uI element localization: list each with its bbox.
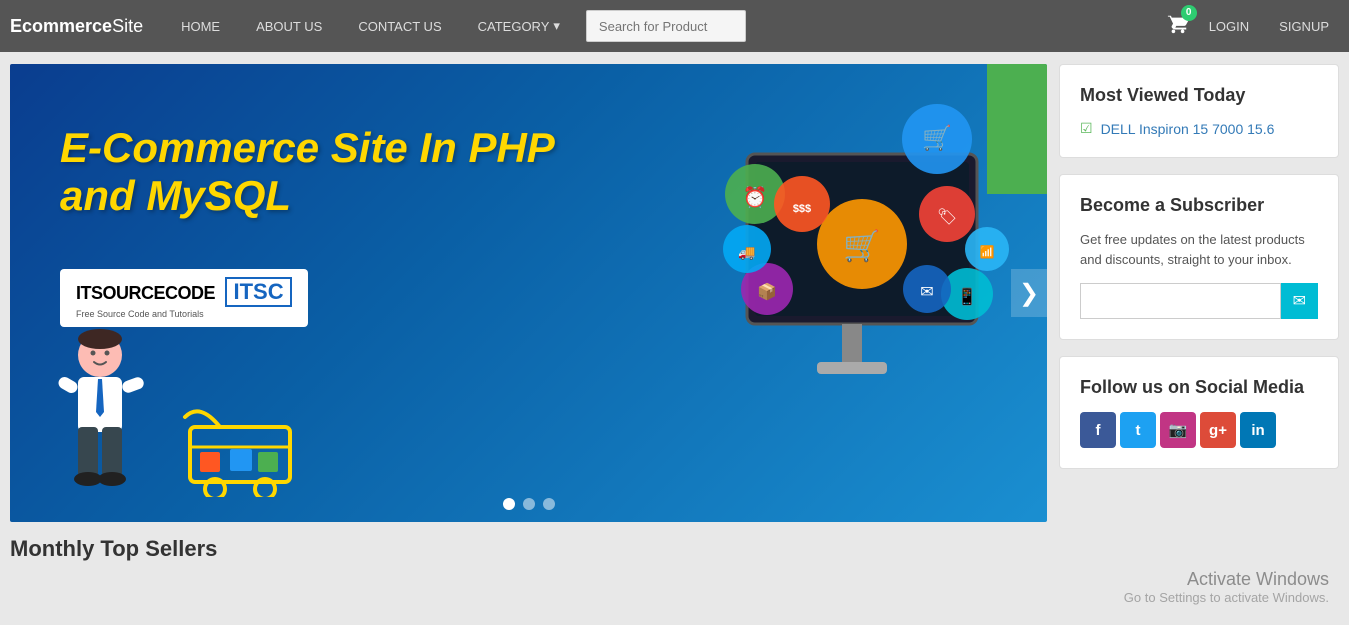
googleplus-button[interactable]: g+ — [1200, 412, 1236, 448]
navbar-right: 0 LOGIN SIGNUP — [1167, 13, 1339, 40]
monthly-top-sellers-title: Monthly Top Sellers — [10, 536, 1047, 562]
slide-content: E-Commerce Site In PHP and MySQL ITSOURC… — [10, 64, 1047, 522]
email-send-icon: ✉ — [1293, 291, 1306, 311]
svg-text:🛒: 🛒 — [843, 228, 880, 263]
itsourcecode-logo: ITSOURCECODE ITSC Free Source Code and T… — [60, 269, 308, 327]
brand-logo[interactable]: EcommerceSite — [10, 16, 143, 37]
activate-windows-title: Activate Windows — [1124, 569, 1329, 590]
slider-dot-2[interactable] — [523, 498, 535, 510]
cart-button[interactable]: 0 — [1167, 13, 1189, 40]
brand-name-regular: Site — [112, 16, 143, 36]
brand-name-bold: Ecommerce — [10, 16, 112, 36]
activate-windows-subtitle: Go to Settings to activate Windows. — [1124, 590, 1329, 605]
cart-svg-illustration — [180, 397, 320, 497]
nav-contact[interactable]: CONTACT US — [340, 0, 459, 52]
cart-badge: 0 — [1181, 5, 1197, 21]
main-container: E-Commerce Site In PHP and MySQL ITSOURC… — [0, 52, 1349, 574]
headline-line2: and MySQL — [60, 172, 555, 220]
svg-text:📱: 📱 — [957, 287, 977, 306]
twitter-button[interactable]: t — [1120, 412, 1156, 448]
social-icons-group: f t 📷 g+ in — [1080, 412, 1318, 448]
character-svg — [40, 327, 160, 487]
headline-line1: E-Commerce Site In PHP — [60, 124, 555, 172]
social-media-title: Follow us on Social Media — [1080, 377, 1318, 398]
monitor-illustration: 🛒 🛒 ⏰ 🏷 📱 — [647, 94, 1027, 474]
login-button[interactable]: LOGIN — [1199, 19, 1259, 34]
chevron-down-icon: ▾ — [553, 18, 560, 34]
svg-text:$$$: $$$ — [793, 203, 811, 215]
svg-text:📦: 📦 — [757, 282, 777, 301]
slide-headline: E-Commerce Site In PHP and MySQL — [60, 124, 555, 221]
slider-dots — [503, 498, 555, 510]
svg-text:📶: 📶 — [980, 245, 995, 259]
search-box — [586, 10, 746, 42]
subscriber-card: Become a Subscriber Get free updates on … — [1059, 174, 1339, 340]
logo-text: ITSOURCECODE — [76, 283, 215, 303]
slider-dot-3[interactable] — [543, 498, 555, 510]
most-viewed-item[interactable]: ☑ DELL Inspiron 15 7000 15.6 — [1080, 120, 1318, 137]
nav-links: HOME ABOUT US CONTACT US CATEGORY ▾ — [163, 0, 578, 52]
social-media-card: Follow us on Social Media f t 📷 g+ in — [1059, 356, 1339, 469]
cart-illustration — [180, 397, 320, 502]
slider-dot-1[interactable] — [503, 498, 515, 510]
signup-button[interactable]: SIGNUP — [1269, 19, 1339, 34]
slider-section: E-Commerce Site In PHP and MySQL ITSOURC… — [10, 64, 1047, 562]
svg-text:🛒: 🛒 — [922, 124, 952, 152]
instagram-button[interactable]: 📷 — [1160, 412, 1196, 448]
subscriber-form: ✉ — [1080, 283, 1318, 319]
subscriber-submit-button[interactable]: ✉ — [1281, 283, 1318, 319]
activate-windows-watermark: Activate Windows Go to Settings to activ… — [1124, 569, 1329, 605]
most-viewed-card: Most Viewed Today ☑ DELL Inspiron 15 700… — [1059, 64, 1339, 158]
facebook-button[interactable]: f — [1080, 412, 1116, 448]
nav-about[interactable]: ABOUT US — [238, 0, 340, 52]
slider-wrapper: E-Commerce Site In PHP and MySQL ITSOURC… — [10, 64, 1047, 522]
slider-next-button[interactable]: ❯ — [1011, 269, 1047, 317]
linkedin-button[interactable]: in — [1240, 412, 1276, 448]
most-viewed-product: DELL Inspiron 15 7000 15.6 — [1101, 121, 1275, 137]
check-icon: ☑ — [1080, 120, 1093, 137]
subscriber-title: Become a Subscriber — [1080, 195, 1318, 216]
svg-text:🏷: 🏷 — [937, 208, 957, 226]
navbar: EcommerceSite HOME ABOUT US CONTACT US C… — [0, 0, 1349, 52]
logo-abbr: ITSC — [225, 277, 291, 307]
svg-text:✉: ✉ — [920, 284, 933, 301]
nav-category[interactable]: CATEGORY ▾ — [460, 0, 578, 52]
nav-home[interactable]: HOME — [163, 0, 238, 52]
subscriber-email-input[interactable] — [1080, 283, 1281, 319]
svg-text:⏰: ⏰ — [743, 185, 768, 209]
sidebar: Most Viewed Today ☑ DELL Inspiron 15 700… — [1059, 64, 1339, 562]
nav-category-label: CATEGORY — [478, 19, 550, 34]
slider-image: E-Commerce Site In PHP and MySQL ITSOURC… — [10, 64, 1047, 522]
subscriber-description: Get free updates on the latest products … — [1080, 230, 1318, 269]
monitor-svg: 🛒 🛒 ⏰ 🏷 📱 — [647, 94, 1027, 474]
green-block-decoration — [987, 64, 1047, 194]
logo-sub: Free Source Code and Tutorials — [76, 309, 292, 319]
search-input[interactable] — [586, 10, 746, 42]
most-viewed-title: Most Viewed Today — [1080, 85, 1318, 106]
svg-text:🚚: 🚚 — [738, 244, 755, 261]
character-illustration — [40, 327, 160, 492]
